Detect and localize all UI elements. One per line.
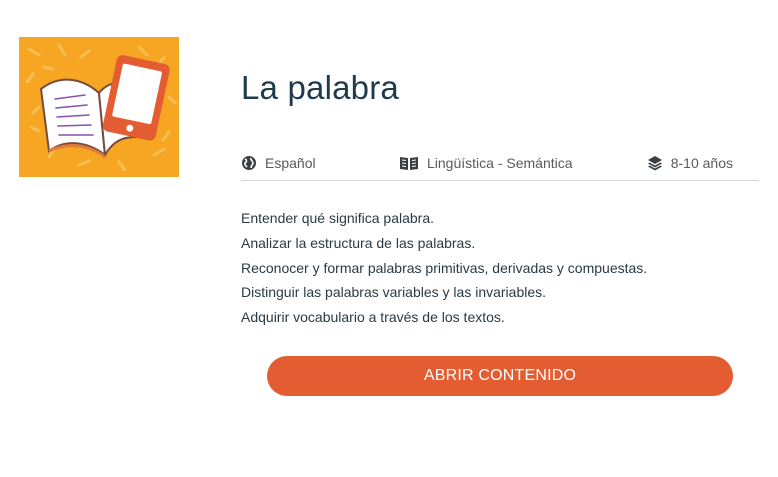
resource-meta-bar: Español Lingüística - Semántica 8-10 año… xyxy=(241,151,759,181)
book-and-tablet-icon xyxy=(19,37,179,177)
page-title: La palabra xyxy=(241,69,399,106)
objective-item: Analizar la estructura de las palabras. xyxy=(241,234,476,251)
objective-item: Entender qué significa palabra. xyxy=(241,210,435,226)
objective-item: Adquirir vocabulario a través de los tex… xyxy=(241,309,505,326)
objective-item: Distinguir las palabras variables y las … xyxy=(241,284,547,301)
meta-subject: Lingüística - Semántica xyxy=(399,155,573,171)
meta-language-label: Español xyxy=(265,155,316,171)
globe-icon xyxy=(242,156,256,170)
meta-age-label: 8-10 años xyxy=(670,155,733,171)
objective-item: Reconocer y formar palabras primitivas, … xyxy=(241,259,648,276)
resource-thumbnail xyxy=(19,37,179,177)
open-content-button[interactable]: ABRIR CONTENIDO xyxy=(267,356,733,396)
meta-subject-label: Lingüística - Semántica xyxy=(427,155,573,171)
open-book-icon xyxy=(400,157,418,170)
meta-age: 8-10 años xyxy=(647,155,733,171)
layers-icon xyxy=(647,156,662,171)
objectives-list: Entender qué significa palabra. Analizar… xyxy=(241,206,647,330)
meta-language: Español xyxy=(241,155,316,171)
